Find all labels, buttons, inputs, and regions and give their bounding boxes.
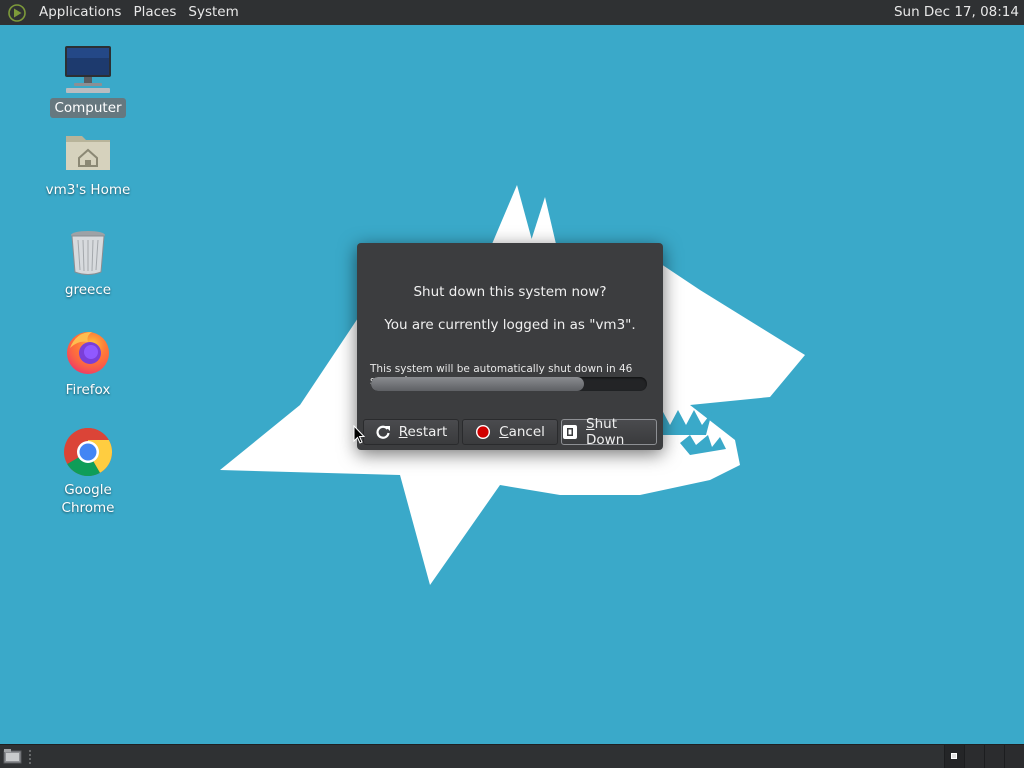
desktop-icon-label: Computer [50, 98, 126, 118]
clock[interactable]: Sun Dec 17, 08:14 [894, 0, 1019, 25]
mouse-cursor-icon [353, 425, 366, 444]
dialog-buttons: Restart Cancel Shut Down [363, 416, 657, 448]
system-menu[interactable]: System [182, 0, 244, 25]
desktop-icon-label: Firefox [65, 382, 111, 398]
desktop-icon-chrome[interactable]: Google Chrome [33, 426, 143, 518]
shutdown-button[interactable]: Shut Down [561, 416, 657, 448]
home-folder-icon [62, 126, 114, 178]
top-panel: Applications Places System Sun Dec 17, 0… [0, 0, 1024, 25]
applications-menu[interactable]: Applications [33, 0, 127, 25]
panel-grip[interactable] [28, 749, 32, 764]
progress-fill [371, 377, 584, 391]
desktop-icon-label: Google Chrome [61, 482, 115, 516]
desktop-icon-label: vm3's Home [45, 182, 131, 198]
workspace-2[interactable] [964, 745, 984, 768]
cancel-icon [475, 424, 491, 440]
cancel-button[interactable]: Cancel [462, 419, 558, 445]
restart-label: Restart [398, 424, 448, 440]
workspace-1[interactable] [944, 745, 964, 768]
workspace-switcher [944, 745, 1024, 768]
chrome-icon [62, 426, 114, 478]
cancel-label: Cancel [499, 424, 545, 440]
workspace-3[interactable] [984, 745, 1004, 768]
distro-logo-icon[interactable] [7, 3, 27, 23]
desktop-icon-firefox[interactable]: Firefox [33, 326, 143, 400]
bottom-panel [0, 744, 1024, 768]
show-desktop-icon[interactable] [3, 748, 23, 765]
workspace-4[interactable] [1004, 745, 1024, 768]
places-menu[interactable]: Places [127, 0, 182, 25]
shutdown-dialog: Shut down this system now? You are curre… [357, 243, 663, 450]
restart-icon [375, 424, 391, 440]
desktop-icon-home[interactable]: vm3's Home [33, 126, 143, 200]
dialog-title: Shut down this system now? [413, 284, 607, 300]
countdown-progress-bar [371, 377, 647, 391]
desktop-icon-label: greece [64, 282, 112, 298]
shutdown-label: Shut Down [586, 416, 625, 448]
desktop-icon-computer[interactable]: Computer [33, 44, 143, 118]
restart-button[interactable]: Restart [363, 419, 459, 445]
firefox-icon [62, 326, 114, 378]
dialog-subtitle: You are currently logged in as "vm3". [384, 317, 636, 333]
trash-icon [62, 226, 114, 278]
shutdown-icon [562, 424, 578, 440]
desktop-icon-trash[interactable]: greece [33, 226, 143, 300]
computer-icon [62, 44, 114, 96]
